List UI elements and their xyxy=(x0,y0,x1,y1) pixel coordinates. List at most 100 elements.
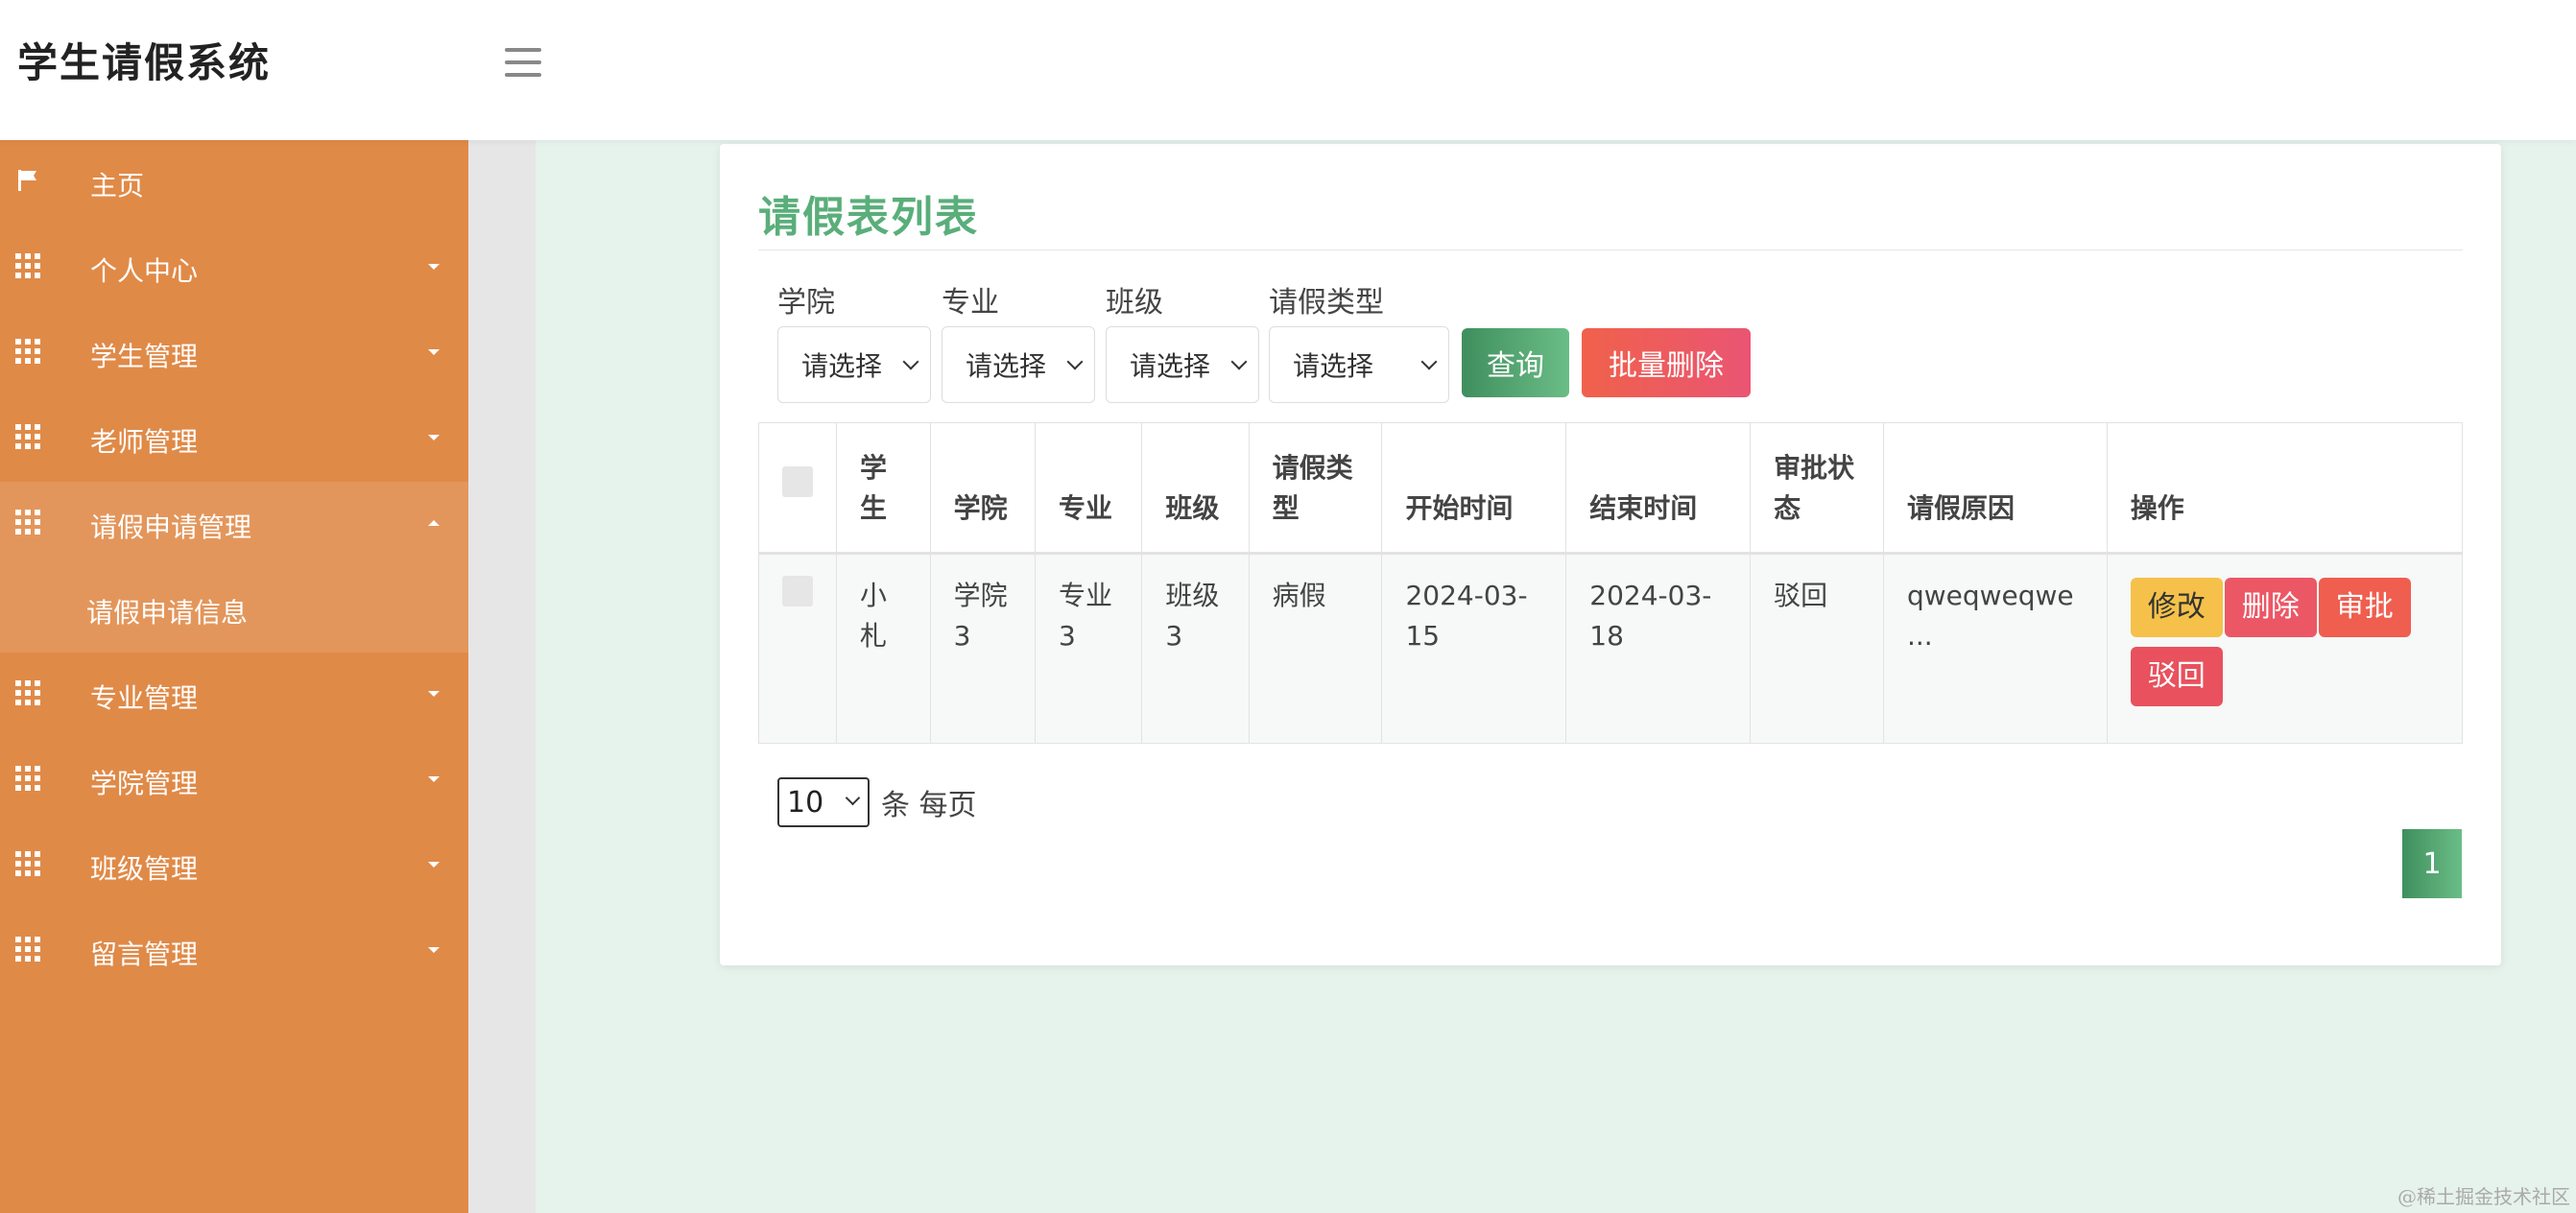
hamburger-icon[interactable] xyxy=(505,48,541,77)
batch-delete-button[interactable]: 批量删除 xyxy=(1582,328,1751,397)
cell-leave-type: 病假 xyxy=(1248,553,1383,744)
class-select[interactable]: 请选择 xyxy=(1106,326,1259,403)
filter-class: 班级 请选择 xyxy=(1106,284,1259,403)
filter-label: 专业 xyxy=(942,286,999,320)
grid-icon xyxy=(15,339,40,364)
sidebar-item-label: 请假申请管理 xyxy=(90,511,252,543)
reject-button[interactable]: 驳回 xyxy=(2130,647,2223,706)
cell-status: 驳回 xyxy=(1750,553,1884,744)
delete-button[interactable]: 删除 xyxy=(2224,578,2317,637)
table-row: 小札 学院3 专业3 班级3 病假 2024-03-15 2024-03-18 … xyxy=(758,553,2464,744)
sidebar-item-leave-management[interactable]: 请假申请管理 xyxy=(0,482,468,567)
select-value: 请选择 xyxy=(1293,350,1374,382)
sidebar-item-label: 学生管理 xyxy=(90,341,199,372)
cell-student: 小札 xyxy=(836,553,931,744)
grid-icon xyxy=(15,851,40,876)
watermark: @稀土掘金技术社区 xyxy=(2397,1185,2570,1208)
col-actions: 操作 xyxy=(2106,422,2464,555)
table-header-row: 学生 学院 专业 班级 请假类型 开始时间 结束时间 审批状态 请假原因 操作 xyxy=(758,422,2464,555)
major-select[interactable]: 请选择 xyxy=(942,326,1095,403)
caret-down-icon xyxy=(428,349,440,355)
cell-end-time: 2024-03-18 xyxy=(1565,553,1752,744)
leave-table: 学生 学院 专业 班级 请假类型 开始时间 结束时间 审批状态 请假原因 操作 … xyxy=(758,422,2464,744)
filter-label: 请假类型 xyxy=(1269,286,1384,320)
query-button[interactable]: 查询 xyxy=(1462,328,1569,397)
grid-icon xyxy=(15,680,40,705)
sidebar-item-majors[interactable]: 专业管理 xyxy=(0,653,468,738)
page-title: 请假表列表 xyxy=(758,193,979,242)
sidebar-item-label: 留言管理 xyxy=(90,939,199,970)
sidebar-item-teachers[interactable]: 老师管理 xyxy=(0,396,468,482)
cell-college: 学院3 xyxy=(929,553,1036,744)
page-size-value: 10 xyxy=(787,785,824,820)
col-status: 审批状态 xyxy=(1750,422,1884,555)
row-select-cell xyxy=(758,553,837,744)
page-button-1[interactable]: 1 xyxy=(2402,829,2462,898)
leave-type-select[interactable]: 请选择 xyxy=(1269,326,1449,403)
chevron-down-icon xyxy=(845,790,861,806)
caret-down-icon xyxy=(428,691,440,697)
grid-icon xyxy=(15,766,40,791)
caret-down-icon xyxy=(428,264,440,270)
select-all-checkbox[interactable] xyxy=(782,466,813,497)
app-title: 学生请假系统 xyxy=(17,39,272,86)
select-value: 请选择 xyxy=(801,350,883,382)
sidebar-item-classes[interactable]: 班级管理 xyxy=(0,823,468,909)
select-all-cell xyxy=(758,422,837,555)
col-leave-type: 请假类型 xyxy=(1248,422,1383,555)
content-gutter xyxy=(468,140,536,1213)
sidebar-item-students[interactable]: 学生管理 xyxy=(0,311,468,396)
leave-list-panel: 请假表列表 学院 请选择 专业 请选择 班级 请选择 请假类型 请选择 查询 批… xyxy=(720,144,2501,965)
top-header: 学生请假系统 xyxy=(0,0,2576,140)
caret-down-icon xyxy=(428,862,440,868)
sidebar-item-personal-center[interactable]: 个人中心 xyxy=(0,226,468,311)
cell-start-time: 2024-03-15 xyxy=(1381,553,1567,744)
grid-icon xyxy=(15,510,40,535)
select-value: 请选择 xyxy=(966,350,1047,382)
col-start-time: 开始时间 xyxy=(1381,422,1567,555)
row-checkbox[interactable] xyxy=(782,576,813,606)
flag-icon xyxy=(18,170,36,191)
edit-button[interactable]: 修改 xyxy=(2130,578,2223,637)
filter-label: 班级 xyxy=(1106,286,1163,320)
caret-down-icon xyxy=(428,435,440,440)
college-select[interactable]: 请选择 xyxy=(777,326,931,403)
filter-college: 学院 请选择 xyxy=(777,284,931,403)
chevron-down-icon xyxy=(1230,353,1248,370)
cell-actions: 修改 删除 审批 驳回 xyxy=(2106,553,2464,744)
sidebar-item-colleges[interactable]: 学院管理 xyxy=(0,738,468,823)
sidebar-item-label: 班级管理 xyxy=(90,853,199,885)
approve-button[interactable]: 审批 xyxy=(2318,578,2411,637)
sidebar-item-label: 老师管理 xyxy=(90,426,199,458)
col-major: 专业 xyxy=(1034,422,1143,555)
filter-leave-type: 请假类型 请选择 xyxy=(1269,284,1449,403)
select-value: 请选择 xyxy=(1130,350,1211,382)
caret-down-icon xyxy=(428,947,440,953)
filter-label: 学院 xyxy=(777,286,835,320)
sidebar-item-home[interactable]: 主页 xyxy=(0,140,468,226)
sidebar-item-label: 个人中心 xyxy=(90,255,199,287)
chevron-down-icon xyxy=(1420,353,1438,370)
grid-icon xyxy=(15,937,40,962)
col-reason: 请假原因 xyxy=(1882,422,2108,555)
sidebar-item-label: 专业管理 xyxy=(90,682,199,714)
sidebar-item-messages[interactable]: 留言管理 xyxy=(0,909,468,994)
sidebar-subitem-leave-info[interactable]: 请假申请信息 xyxy=(0,567,468,653)
filter-major: 专业 请选择 xyxy=(942,284,1095,403)
col-college: 学院 xyxy=(929,422,1036,555)
page-size-select[interactable]: 10 xyxy=(777,777,870,827)
per-page-label: 条 每页 xyxy=(881,789,977,822)
chevron-down-icon xyxy=(902,353,919,370)
sidebar-item-label: 主页 xyxy=(90,170,145,202)
grid-icon xyxy=(15,253,40,278)
sidebar-item-label: 学院管理 xyxy=(90,768,199,799)
col-student: 学生 xyxy=(836,422,931,555)
col-end-time: 结束时间 xyxy=(1565,422,1752,555)
col-class: 班级 xyxy=(1141,422,1250,555)
caret-up-icon xyxy=(428,520,440,526)
page-size-control: 10 条 每页 xyxy=(777,777,977,827)
cell-major: 专业3 xyxy=(1034,553,1143,744)
cell-class: 班级3 xyxy=(1141,553,1250,744)
sidebar: 主页 个人中心 学生管理 老师管理 请假申请管理 请假申请信息 专业管理 学院管… xyxy=(0,140,468,1213)
caret-down-icon xyxy=(428,776,440,782)
